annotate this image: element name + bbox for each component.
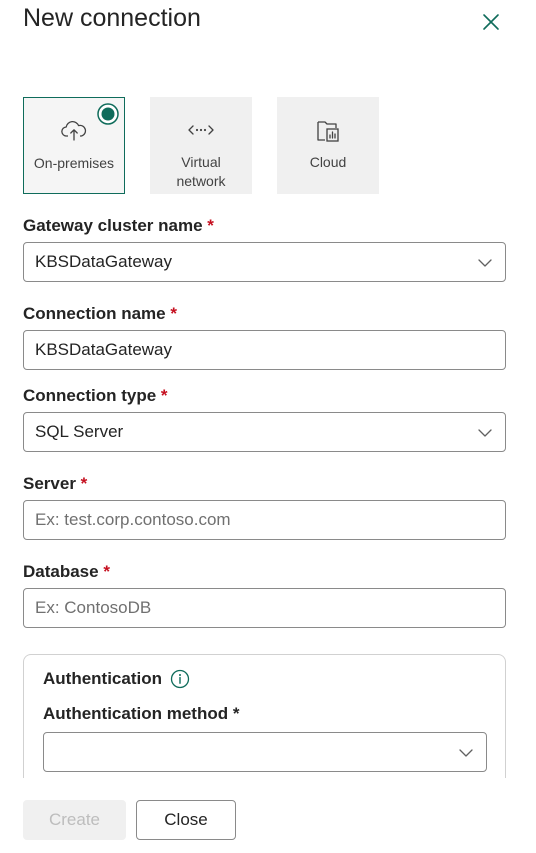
required-marker: * xyxy=(80,474,88,493)
tile-label: On-premises xyxy=(33,155,115,171)
authentication-title: Authentication xyxy=(43,669,162,688)
gateway-cluster-label: Gateway cluster name * xyxy=(23,216,214,236)
cloud-report-icon xyxy=(317,121,339,142)
cloud-upload-icon xyxy=(61,121,87,141)
required-marker: * xyxy=(207,216,214,235)
authentication-method-label: Authentication method * xyxy=(43,704,239,724)
chevron-down-icon xyxy=(478,429,492,437)
gateway-cluster-select[interactable]: KBSDataGateway xyxy=(23,242,506,282)
info-icon[interactable] xyxy=(170,669,190,689)
tile-on-premises[interactable]: On-premises xyxy=(23,97,125,194)
connection-type-select[interactable]: SQL Server xyxy=(23,412,506,452)
chevron-down-icon xyxy=(478,259,492,267)
required-marker: * xyxy=(160,386,168,405)
chevron-down-icon xyxy=(459,749,473,757)
database-input[interactable]: Ex: ContosoDB xyxy=(23,588,506,628)
tile-label-line1: Virtual xyxy=(181,154,221,170)
server-placeholder: Ex: test.corp.contoso.com xyxy=(35,510,231,529)
connection-type-value: SQL Server xyxy=(35,422,124,441)
database-label: Database * xyxy=(23,562,110,582)
gateway-cluster-value: KBSDataGateway xyxy=(35,252,173,271)
tile-label: Virtual network xyxy=(150,153,252,191)
connection-name-label-text: Connection name xyxy=(23,304,166,323)
authentication-section: Authentication Authentication method * xyxy=(23,654,506,794)
server-input[interactable]: Ex: test.corp.contoso.com xyxy=(23,500,506,540)
connection-type-label-text: Connection type xyxy=(23,386,157,405)
server-label: Server * xyxy=(23,474,87,494)
create-button[interactable]: Create xyxy=(23,800,126,840)
authentication-method-label-text: Authentication method xyxy=(43,704,229,723)
database-label-text: Database xyxy=(23,562,99,581)
required-marker: * xyxy=(232,704,240,723)
connection-name-value: KBSDataGateway xyxy=(35,340,173,359)
tile-virtual-network[interactable]: Virtual network xyxy=(150,97,252,194)
database-placeholder: Ex: ContosoDB xyxy=(35,598,152,617)
required-marker: * xyxy=(170,304,177,323)
tile-cloud[interactable]: Cloud xyxy=(277,97,379,194)
tile-label: Cloud xyxy=(309,154,347,170)
close-button[interactable]: Close xyxy=(136,800,236,840)
connection-name-label: Connection name * xyxy=(23,304,177,324)
close-icon[interactable] xyxy=(478,9,504,35)
connection-name-input[interactable]: KBSDataGateway xyxy=(23,330,506,370)
server-label-text: Server xyxy=(23,474,76,493)
dialog-title: New connection xyxy=(23,4,201,32)
connection-type-label: Connection type * xyxy=(23,386,168,406)
gateway-cluster-label-text: Gateway cluster name xyxy=(23,216,203,235)
network-arrows-icon xyxy=(188,125,214,135)
tile-label-line2: network xyxy=(176,173,226,189)
authentication-method-select[interactable] xyxy=(43,732,487,772)
required-marker: * xyxy=(103,562,110,581)
